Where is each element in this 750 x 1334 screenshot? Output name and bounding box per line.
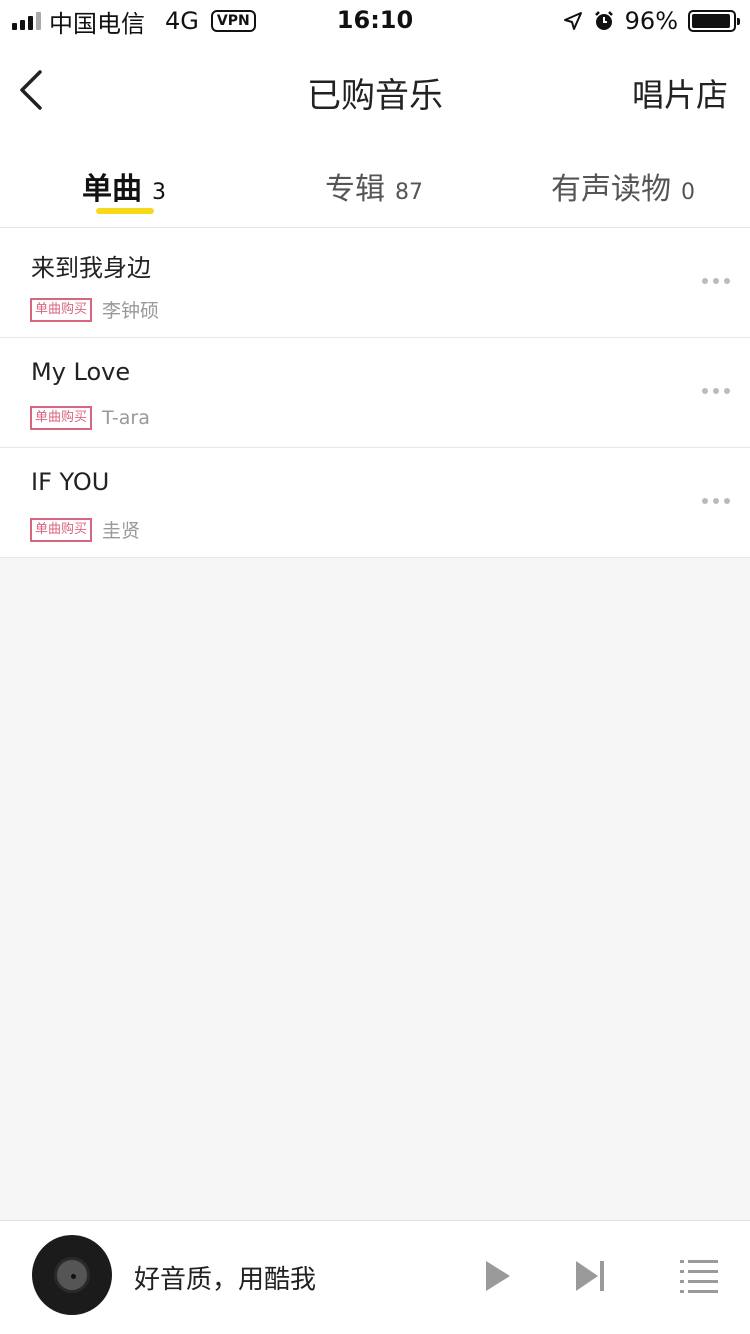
player-track-text[interactable]: 好音质，用酷我 (134, 1259, 316, 1296)
purchase-badge: 单曲购买 (30, 406, 93, 430)
tab-count: 87 (395, 180, 423, 205)
song-artist: 圭贤 (102, 520, 141, 542)
battery-percent: 96% (624, 7, 678, 35)
song-meta: 单曲购买 李钟硕 (30, 296, 159, 323)
location-icon (563, 12, 582, 30)
active-tab-indicator (96, 208, 154, 214)
tab-bar: 单曲 3 专辑 87 有声读物 0 (0, 140, 750, 228)
tab-albums[interactable]: 专辑 87 (325, 164, 423, 220)
tab-label: 专辑 (325, 172, 385, 207)
disc-icon[interactable] (32, 1235, 112, 1315)
song-meta: 单曲购买 T-ara (30, 406, 150, 430)
song-row[interactable]: IF YOU 单曲购买 圭贤 (0, 448, 750, 558)
status-bar: 中国电信 4G VPN 16:10 96% (0, 0, 750, 40)
battery-icon (688, 10, 740, 32)
song-artist: T-ara (102, 407, 150, 429)
playlist-icon (680, 1260, 718, 1293)
song-row[interactable]: My Love 单曲购买 T-ara (0, 338, 750, 448)
carrier-name: 中国电信 (49, 9, 145, 38)
song-title: 来到我身边 (31, 254, 151, 282)
next-icon (576, 1261, 604, 1291)
disc-center (54, 1257, 90, 1293)
tab-label: 有声读物 (551, 172, 671, 207)
tab-singles[interactable]: 单曲 3 (82, 164, 166, 220)
more-icon[interactable] (702, 498, 730, 504)
tab-audiobooks[interactable]: 有声读物 0 (551, 164, 695, 220)
status-right: 96% (563, 6, 740, 36)
back-button[interactable] (10, 62, 54, 118)
playlist-button[interactable] (680, 1259, 718, 1293)
song-title: IF YOU (31, 468, 110, 496)
song-list: 来到我身边 单曲购买 李钟硕 My Love 单曲购买 T-ara IF YOU… (0, 228, 750, 558)
alarm-icon (594, 11, 613, 30)
navigation-bar: 已购音乐 唱片店 (0, 40, 750, 140)
more-icon[interactable] (702, 278, 730, 284)
battery-fill (692, 14, 731, 28)
play-button[interactable] (484, 1259, 512, 1293)
disc-dot (71, 1274, 76, 1279)
chevron-left-icon (20, 70, 42, 110)
purchase-badge: 单曲购买 (30, 517, 93, 542)
more-icon[interactable] (702, 388, 730, 394)
tab-label: 单曲 (82, 172, 142, 207)
tab-count: 0 (681, 180, 695, 205)
play-icon (486, 1261, 510, 1291)
status-left: 中国电信 4G VPN (12, 6, 256, 38)
record-store-link[interactable]: 唱片店 (632, 70, 728, 116)
song-artist: 李钟硕 (102, 300, 160, 322)
tab-count: 3 (152, 180, 166, 205)
song-row[interactable]: 来到我身边 单曲购买 李钟硕 (0, 228, 750, 338)
purchase-badge: 单曲购买 (30, 297, 93, 322)
network-type: 4G (165, 7, 199, 35)
signal-icon (12, 12, 41, 30)
song-title: My Love (31, 358, 131, 386)
mini-player: 好音质，用酷我 (0, 1220, 750, 1334)
vpn-badge: VPN (210, 10, 256, 32)
next-button[interactable] (574, 1259, 606, 1293)
song-meta: 单曲购买 圭贤 (30, 516, 140, 543)
